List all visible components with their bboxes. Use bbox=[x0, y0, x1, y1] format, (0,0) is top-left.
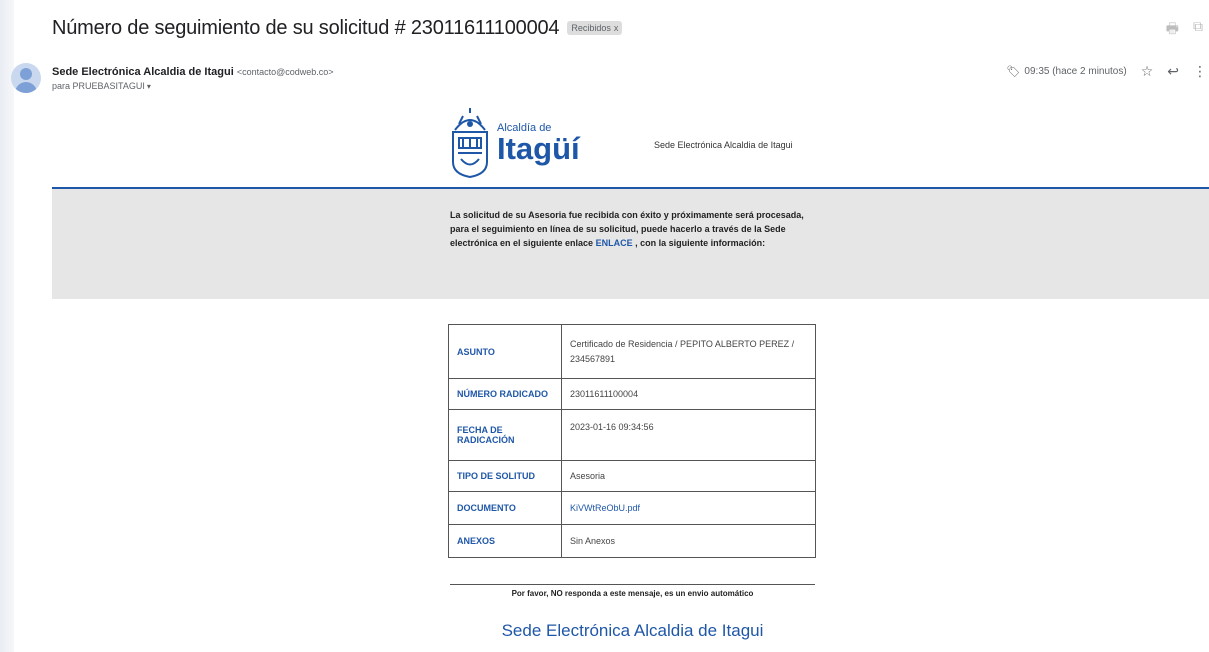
chevron-down-icon[interactable]: ▾ bbox=[147, 82, 151, 91]
logo-side-text: Sede Electrónica Alcaldia de Itagui bbox=[654, 140, 793, 150]
remove-label-icon[interactable]: x bbox=[614, 23, 619, 33]
footer-note: Por favor, NO responda a este mensaje, e… bbox=[511, 589, 754, 598]
sender-line: Sede Electrónica Alcaldia de Itagui <con… bbox=[52, 66, 334, 78]
itagui-crest-icon bbox=[452, 108, 488, 178]
table-row: ASUNTO Certificado de Residencia / PEPIT… bbox=[448, 324, 816, 379]
logo-line-2: Itagüí bbox=[497, 130, 580, 166]
subject-row: Número de seguimiento de su solicitud # … bbox=[52, 14, 1209, 42]
message-meta: 🏷 09:35 (hace 2 minutos) ☆ ↩ ⋮ bbox=[1006, 63, 1209, 80]
row-value: Asesoria bbox=[561, 460, 816, 492]
open-in-new-icon[interactable]: ⧉ bbox=[1193, 18, 1203, 42]
sender-name[interactable]: Sede Electrónica Alcaldia de Itagui bbox=[52, 66, 234, 78]
row-value: Certificado de Residencia / PEPITO ALBER… bbox=[561, 324, 816, 379]
timestamp: 🏷 09:35 (hace 2 minutos) bbox=[1006, 65, 1126, 78]
inbox-label-text: Recibidos bbox=[571, 23, 611, 33]
row-key: ANEXOS bbox=[448, 524, 562, 558]
table-row: DOCUMENTO KiVWtReObU.pdf bbox=[448, 491, 816, 525]
left-gutter bbox=[0, 0, 14, 652]
email-subject: Número de seguimiento de su solicitud # … bbox=[52, 16, 560, 39]
table-row: NÚMERO RADICADO 23011611100004 bbox=[448, 378, 816, 410]
itagui-logo: Alcaldía de Itagüí bbox=[449, 108, 580, 178]
table-row: ANEXOS Sin Anexos bbox=[448, 524, 816, 558]
footer-divider bbox=[450, 584, 815, 585]
row-key: TIPO DE SOLITUD bbox=[448, 460, 562, 492]
footer-brand: Sede Electrónica Alcaldia de Itagui bbox=[501, 621, 764, 640]
row-key: NÚMERO RADICADO bbox=[448, 378, 562, 410]
print-icon[interactable]: 🖶 bbox=[1166, 18, 1179, 42]
recipient-text: para PRUEBASITAGUI bbox=[52, 81, 145, 91]
inbox-label-chip[interactable]: Recibidos x bbox=[567, 21, 623, 35]
table-row: TIPO DE SOLITUD Asesoria bbox=[448, 460, 816, 492]
row-value: 23011611100004 bbox=[561, 378, 816, 410]
notice-link[interactable]: ENLACE bbox=[596, 238, 633, 248]
row-value: Sin Anexos bbox=[561, 524, 816, 558]
more-vert-icon[interactable]: ⋮ bbox=[1193, 63, 1207, 80]
row-key: DOCUMENTO bbox=[448, 491, 562, 525]
document-link[interactable]: KiVWtReObU.pdf bbox=[570, 503, 640, 513]
top-actions: 🖶 ⧉ bbox=[1166, 18, 1203, 42]
row-key: ASUNTO bbox=[448, 324, 562, 379]
star-icon[interactable]: ☆ bbox=[1141, 63, 1154, 80]
notice-text: La solicitud de su Asesoria fue recibida… bbox=[450, 208, 820, 250]
details-table: ASUNTO Certificado de Residencia / PEPIT… bbox=[448, 324, 816, 558]
recipient-line[interactable]: para PRUEBASITAGUI ▾ bbox=[52, 81, 151, 91]
logo-wordmark: Alcaldía de Itagüí bbox=[497, 122, 580, 166]
row-value: 2023-01-16 09:34:56 bbox=[561, 409, 816, 461]
table-row: FECHA DE RADICACIÓN 2023-01-16 09:34:56 bbox=[448, 409, 816, 461]
notice-text-after: , con la siguiente información: bbox=[635, 238, 766, 248]
label-icon: 🏷 bbox=[1006, 66, 1021, 78]
timestamp-text: 09:35 (hace 2 minutos) bbox=[1024, 66, 1127, 77]
row-key: FECHA DE RADICACIÓN bbox=[448, 409, 562, 461]
avatar[interactable] bbox=[11, 63, 41, 93]
row-value: KiVWtReObU.pdf bbox=[561, 491, 816, 525]
reply-icon[interactable]: ↩ bbox=[1167, 63, 1179, 80]
sender-email: <contacto@codweb.co> bbox=[236, 67, 334, 77]
